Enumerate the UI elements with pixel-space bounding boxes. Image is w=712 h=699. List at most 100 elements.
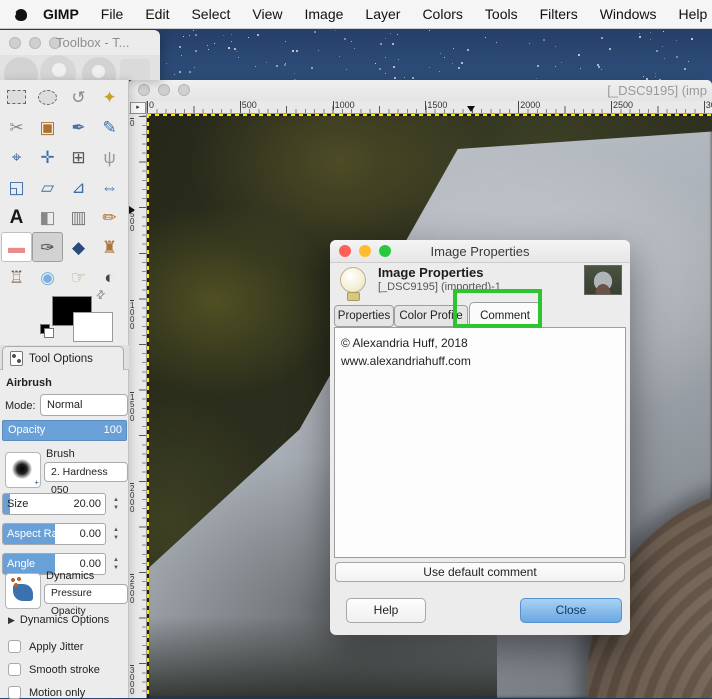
menu-filters[interactable]: Filters: [540, 6, 578, 22]
use-default-comment-button[interactable]: Use default comment: [335, 562, 625, 582]
v-ruler-label: 2 5 0 0: [130, 574, 135, 605]
aspect-ratio-spinner[interactable]: ▲ ▼: [109, 523, 123, 545]
star: [345, 69, 347, 71]
brush-select[interactable]: 2. Hardness 050: [44, 462, 128, 496]
tool-scissors-select[interactable]: ✂: [1, 112, 32, 142]
tool-gradient[interactable]: ▥: [63, 202, 94, 232]
star: [691, 38, 694, 41]
brush-preview-button[interactable]: +: [5, 452, 41, 488]
tool-measure[interactable]: ⌖: [1, 142, 32, 172]
clone-icon: ♜: [101, 237, 118, 257]
menu-gimp[interactable]: GIMP: [43, 6, 79, 22]
aspect-ratio-slider[interactable]: Aspect Ratio 0.00: [2, 523, 106, 545]
tool-flip[interactable]: ⇔: [94, 172, 125, 202]
color-picker-icon: ✎: [102, 117, 117, 137]
h-ruler-label: 500: [239, 100, 257, 110]
opacity-slider[interactable]: Opacity 100: [2, 420, 127, 441]
tool-align[interactable]: ⊞: [63, 142, 94, 172]
tool-fuzzy-select[interactable]: ✦: [94, 82, 125, 112]
airbrush-icon: ✑: [40, 237, 55, 257]
tool-eraser[interactable]: ▬: [1, 232, 32, 262]
checkbox-icon[interactable]: [8, 686, 21, 699]
menu-tools[interactable]: Tools: [485, 6, 518, 22]
tool-color-picker[interactable]: ✎: [94, 112, 125, 142]
tool-cage-transform[interactable]: ψ: [94, 142, 125, 172]
checkbox-apply-jitter[interactable]: Apply Jitter: [8, 640, 83, 653]
toolbox-window-header[interactable]: Toolbox - T...: [0, 30, 160, 80]
canvas-menu-button[interactable]: ▸: [130, 102, 146, 114]
menu-edit[interactable]: Edit: [145, 6, 169, 22]
blur-sharpen-icon: ◉: [40, 267, 55, 287]
tool-free-select[interactable]: ↺: [63, 82, 94, 112]
menu-help[interactable]: Help: [679, 6, 708, 22]
checkbox-smooth-stroke[interactable]: Smooth stroke: [8, 663, 100, 676]
shear-icon: ▱: [40, 177, 55, 197]
menu-colors[interactable]: Colors: [422, 6, 462, 22]
menu-select[interactable]: Select: [191, 6, 230, 22]
tool-foreground-select[interactable]: ▣: [32, 112, 63, 142]
tool-move[interactable]: ✛: [32, 142, 63, 172]
star: [173, 73, 175, 75]
ruler-position-marker: [467, 106, 475, 112]
checkbox-icon[interactable]: [8, 663, 21, 676]
star: [649, 39, 651, 41]
default-colors-icon[interactable]: [40, 324, 54, 338]
dynamics-select[interactable]: Pressure Opacity: [44, 584, 128, 617]
dynamics-preview-button[interactable]: [5, 573, 41, 609]
toolbox-titlebar[interactable]: Toolbox - T...: [0, 30, 160, 56]
zoom-window-button[interactable]: [178, 84, 190, 96]
star: [207, 48, 209, 50]
tool-perspective-clone[interactable]: ♖: [1, 262, 32, 292]
image-window-titlebar[interactable]: [_DSC9195] (imp: [128, 80, 712, 102]
toolbox-minimize-button[interactable]: [29, 37, 41, 49]
mode-select[interactable]: Normal: [40, 394, 128, 416]
menu-view[interactable]: View: [252, 6, 282, 22]
tab-properties[interactable]: Properties: [334, 305, 394, 327]
menu-image[interactable]: Image: [304, 6, 343, 22]
size-spinner[interactable]: ▲ ▼: [109, 493, 123, 515]
background-color-swatch[interactable]: [73, 312, 113, 342]
tool-rectangle-select[interactable]: [1, 82, 32, 112]
tool-perspective[interactable]: ⊿: [63, 172, 94, 202]
menu-windows[interactable]: Windows: [600, 6, 657, 22]
tool-ink[interactable]: ◆: [63, 232, 94, 262]
tool-text[interactable]: A: [1, 202, 32, 232]
v-ruler-label: 2 0 0 0: [130, 482, 135, 514]
tool-shear[interactable]: ▱: [32, 172, 63, 202]
menu-bar: GIMP File Edit Select View Image Layer Colors To…: [0, 0, 712, 29]
help-button[interactable]: Help: [346, 598, 426, 623]
tool-paths[interactable]: ✒: [63, 112, 94, 142]
tool-smudge[interactable]: ☞: [63, 262, 94, 292]
angle-spinner[interactable]: ▲ ▼: [109, 553, 123, 575]
dialog-titlebar[interactable]: Image Properties: [330, 240, 630, 263]
tool-blur-sharpen[interactable]: ◉: [32, 262, 63, 292]
toolbox-close-button[interactable]: [9, 37, 21, 49]
close-button[interactable]: Close: [520, 598, 622, 623]
checkbox-icon[interactable]: [8, 640, 21, 653]
star: [655, 73, 657, 75]
tool-bucket-fill[interactable]: ◧: [32, 202, 63, 232]
menu-file[interactable]: File: [101, 6, 124, 22]
tool-pencil[interactable]: ✏: [94, 202, 125, 232]
checkbox-motion-only[interactable]: Motion only: [8, 686, 85, 699]
tab-tool-options[interactable]: Tool Options: [2, 346, 124, 370]
tool-clone[interactable]: ♜: [94, 232, 125, 262]
tool-airbrush[interactable]: ✑: [32, 232, 63, 262]
h-ruler-label: 1000: [332, 100, 355, 110]
star: [179, 46, 182, 49]
vertical-ruler[interactable]: 05 0 01 0 0 01 5 0 02 0 0 02 5 0 03 0 0 …: [128, 114, 147, 698]
star: [354, 47, 356, 49]
horizontal-ruler[interactable]: 0 500 1000 1500 2000 2500 3000: [147, 101, 712, 114]
minimize-window-button[interactable]: [158, 84, 170, 96]
gradient-icon: ▥: [70, 207, 87, 227]
star: [655, 50, 658, 53]
star: [397, 59, 399, 61]
size-slider[interactable]: Size 20.00: [2, 493, 106, 515]
tool-ellipse-select[interactable]: [32, 82, 63, 112]
dynamics-options-expander[interactable]: ▶ Dynamics Options: [8, 614, 109, 626]
star: [339, 55, 341, 57]
comment-line-2: www.alexandriahuff.com: [341, 354, 471, 368]
tool-crop[interactable]: ◱: [1, 172, 32, 202]
menu-layer[interactable]: Layer: [365, 6, 400, 22]
close-window-button[interactable]: [138, 84, 150, 96]
